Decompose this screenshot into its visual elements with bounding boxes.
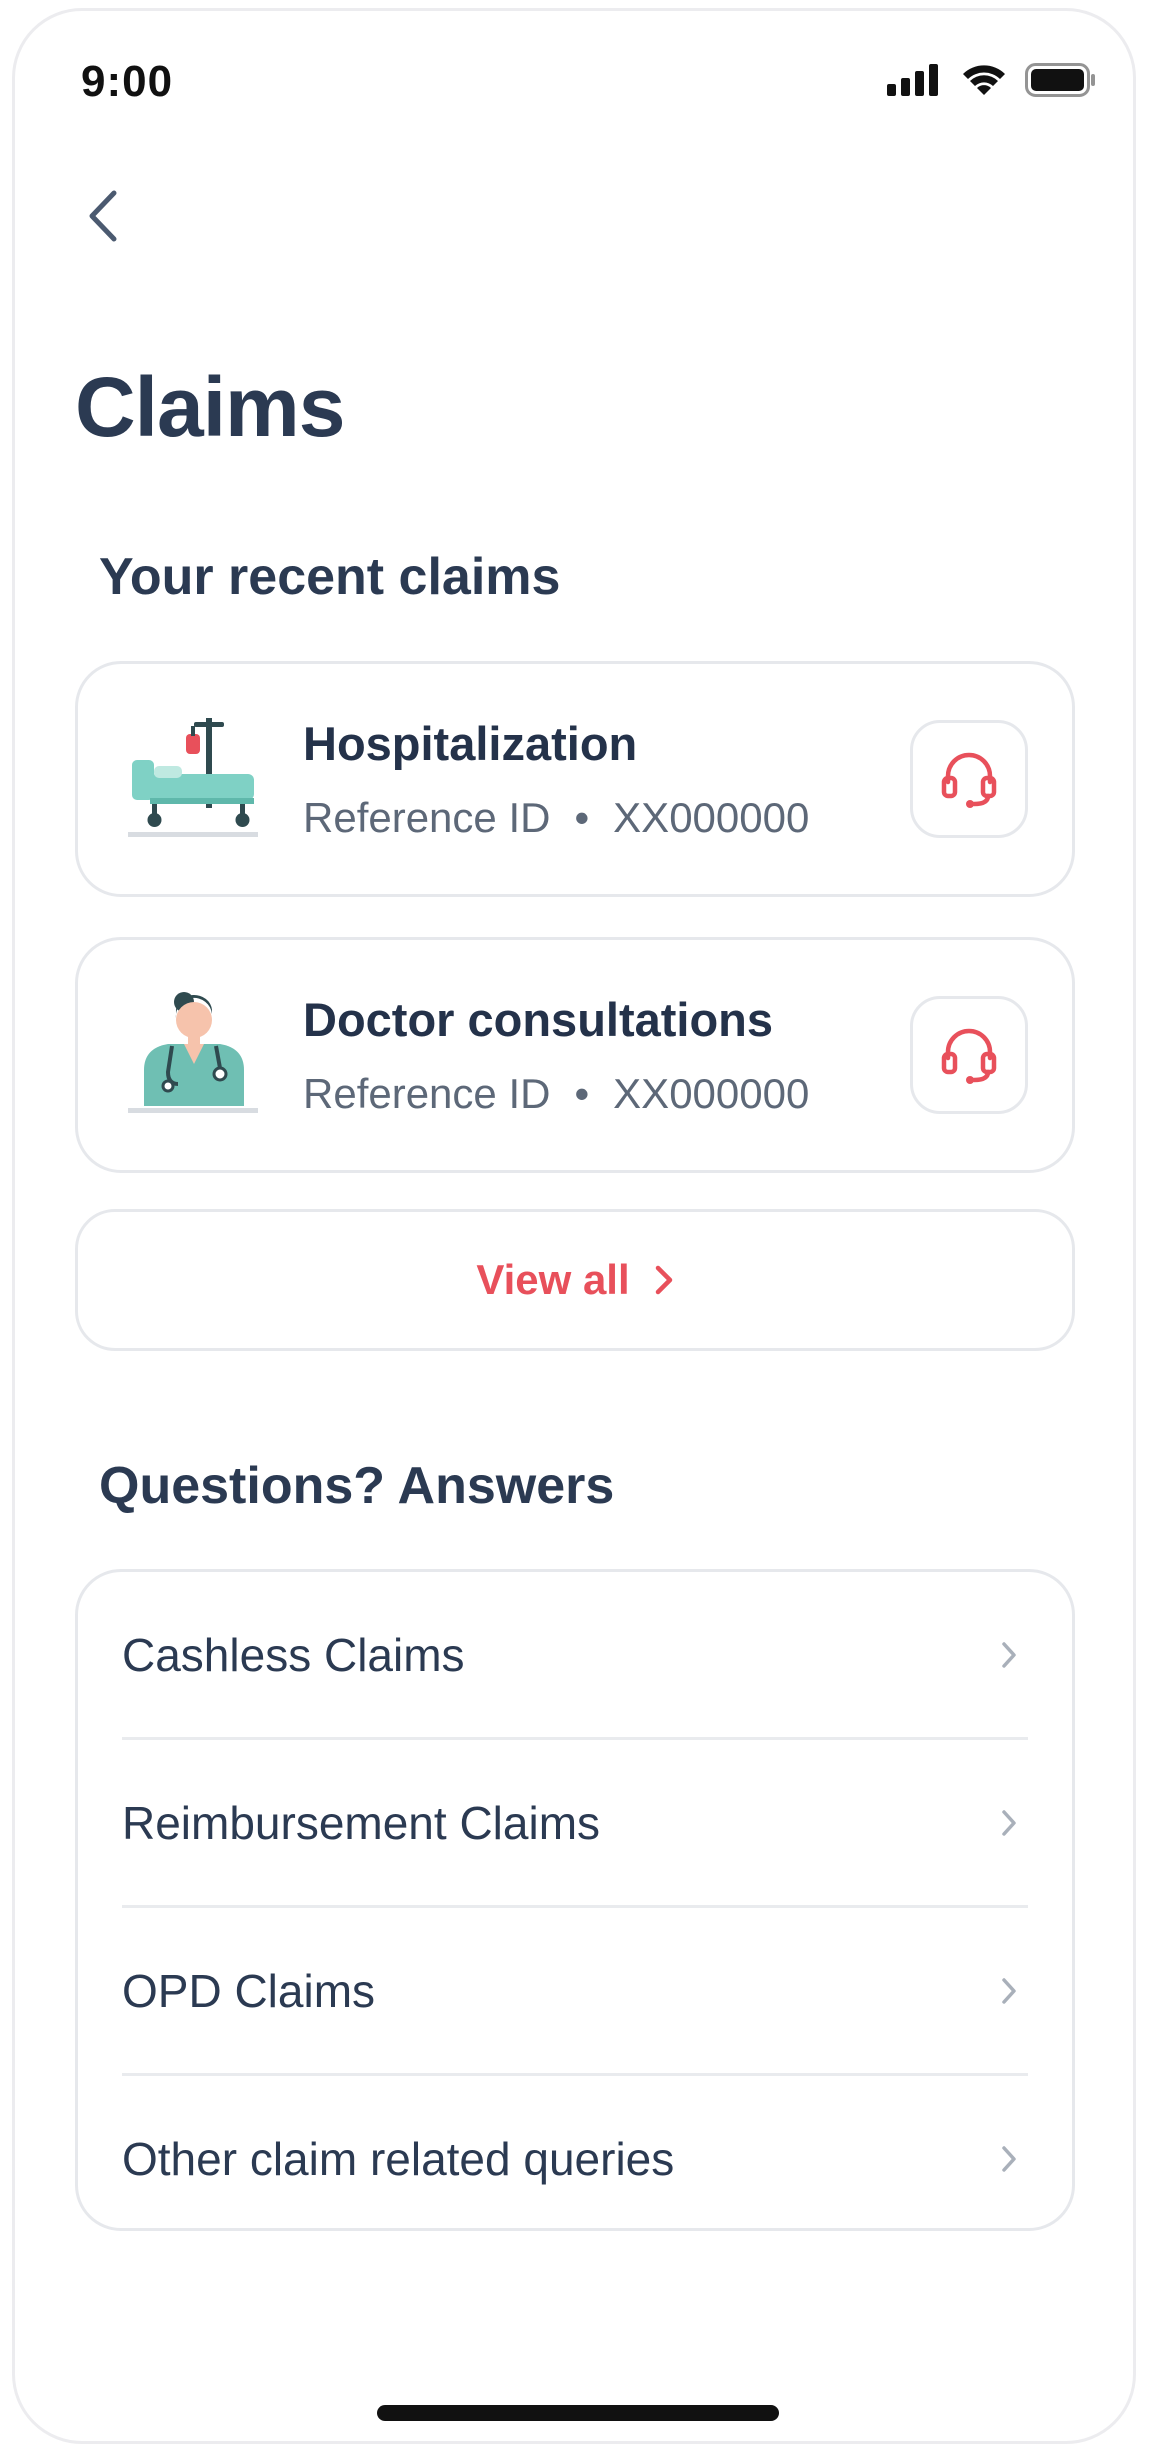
claim-title: Doctor consultations [303,993,774,1046]
faq-item-label: Reimbursement Claims [122,1796,601,1849]
page-title: Claims [75,360,345,454]
back-button[interactable] [73,181,133,251]
faq-item-label: Cashless Claims [122,1628,465,1681]
reference-value: XX000000 [613,1070,810,1117]
faq-item-other-queries[interactable]: Other claim related queries [122,2076,1028,2241]
faq-item-reimbursement-claims[interactable]: Reimbursement Claims [122,1740,1028,1908]
status-icons [887,63,1097,97]
home-indicator[interactable] [377,2405,779,2421]
signal-icon [887,64,938,96]
doctor-icon [128,992,258,1113]
reference-label: Reference ID [303,1070,551,1117]
headset-icon [941,752,997,808]
chevron-right-icon [1002,2145,1016,2172]
faq-item-label: OPD Claims [122,1964,376,2017]
claim-reference: Reference ID • XX000000 [303,1070,809,1118]
headset-icon [941,1028,997,1084]
faq-item-opd-claims[interactable]: OPD Claims [122,1908,1028,2076]
faq-item-cashless-claims[interactable]: Cashless Claims [122,1572,1028,1740]
phone-frame: 9:00 Claims Your recent claims Hospitali… [12,8,1136,2444]
view-all-label: View all [476,1256,630,1303]
reference-label: Reference ID [303,794,551,841]
wifi-icon [963,65,1005,95]
chevron-left-icon [89,190,117,242]
battery-icon [1025,63,1095,97]
faq-item-label: Other claim related queries [122,2132,675,2185]
claim-title: Hospitalization [303,717,638,770]
reference-separator: • [574,794,590,841]
claim-card-hospitalization[interactable]: Hospitalization Reference ID • XX000000 [75,661,1075,897]
chevron-right-icon [1002,1977,1016,2004]
support-button[interactable] [910,720,1028,838]
claim-card-doctor-consultations[interactable]: Doctor consultations Reference ID • XX00… [75,937,1075,1173]
chevron-right-icon [655,1265,672,1295]
chevron-right-icon [1002,1809,1016,1836]
chevron-right-icon [1002,1641,1016,1668]
reference-value: XX000000 [613,794,810,841]
faq-heading: Questions? Answers [99,1457,615,1515]
support-button[interactable] [910,996,1028,1114]
faq-list: Cashless Claims Reimbursement Claims OPD… [75,1569,1075,2231]
status-time: 9:00 [81,57,174,106]
claim-reference: Reference ID • XX000000 [303,794,809,842]
view-all-button[interactable]: View all [75,1209,1075,1351]
hospital-bed-icon [128,718,258,837]
reference-separator: • [574,1070,590,1117]
recent-claims-heading: Your recent claims [99,548,561,606]
